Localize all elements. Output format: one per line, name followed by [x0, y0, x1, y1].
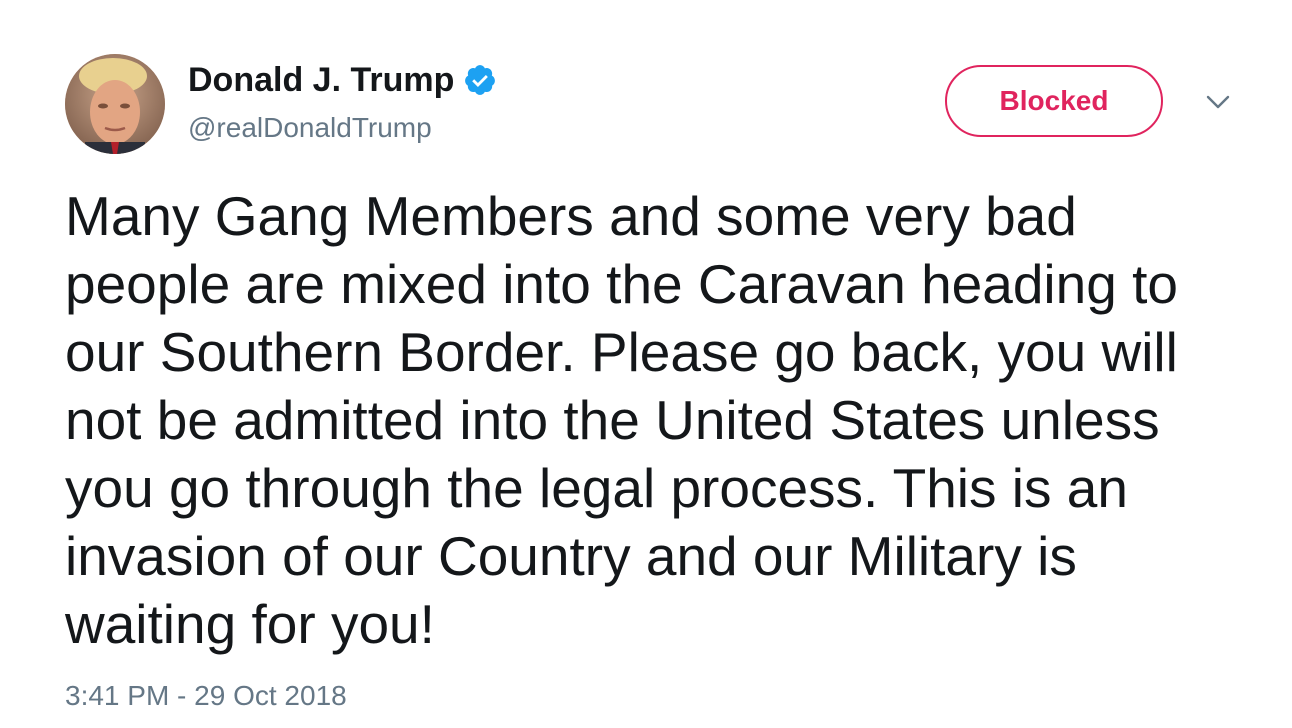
verified-badge-icon [463, 63, 497, 97]
chevron-down-icon[interactable] [1200, 88, 1236, 116]
tweet-card: Donald J. Trump @realDonaldTrump Blocked… [0, 0, 1292, 728]
author-name-row: Donald J. Trump [188, 60, 497, 100]
author-display-name[interactable]: Donald J. Trump [188, 61, 454, 100]
profile-photo-icon [65, 54, 165, 154]
avatar[interactable] [65, 54, 165, 154]
tweet-timestamp[interactable]: 3:41 PM - 29 Oct 2018 [65, 680, 347, 712]
author-handle[interactable]: @realDonaldTrump [188, 112, 432, 144]
blocked-button[interactable]: Blocked [945, 65, 1163, 137]
tweet-text: Many Gang Members and some very bad peop… [65, 185, 1178, 655]
